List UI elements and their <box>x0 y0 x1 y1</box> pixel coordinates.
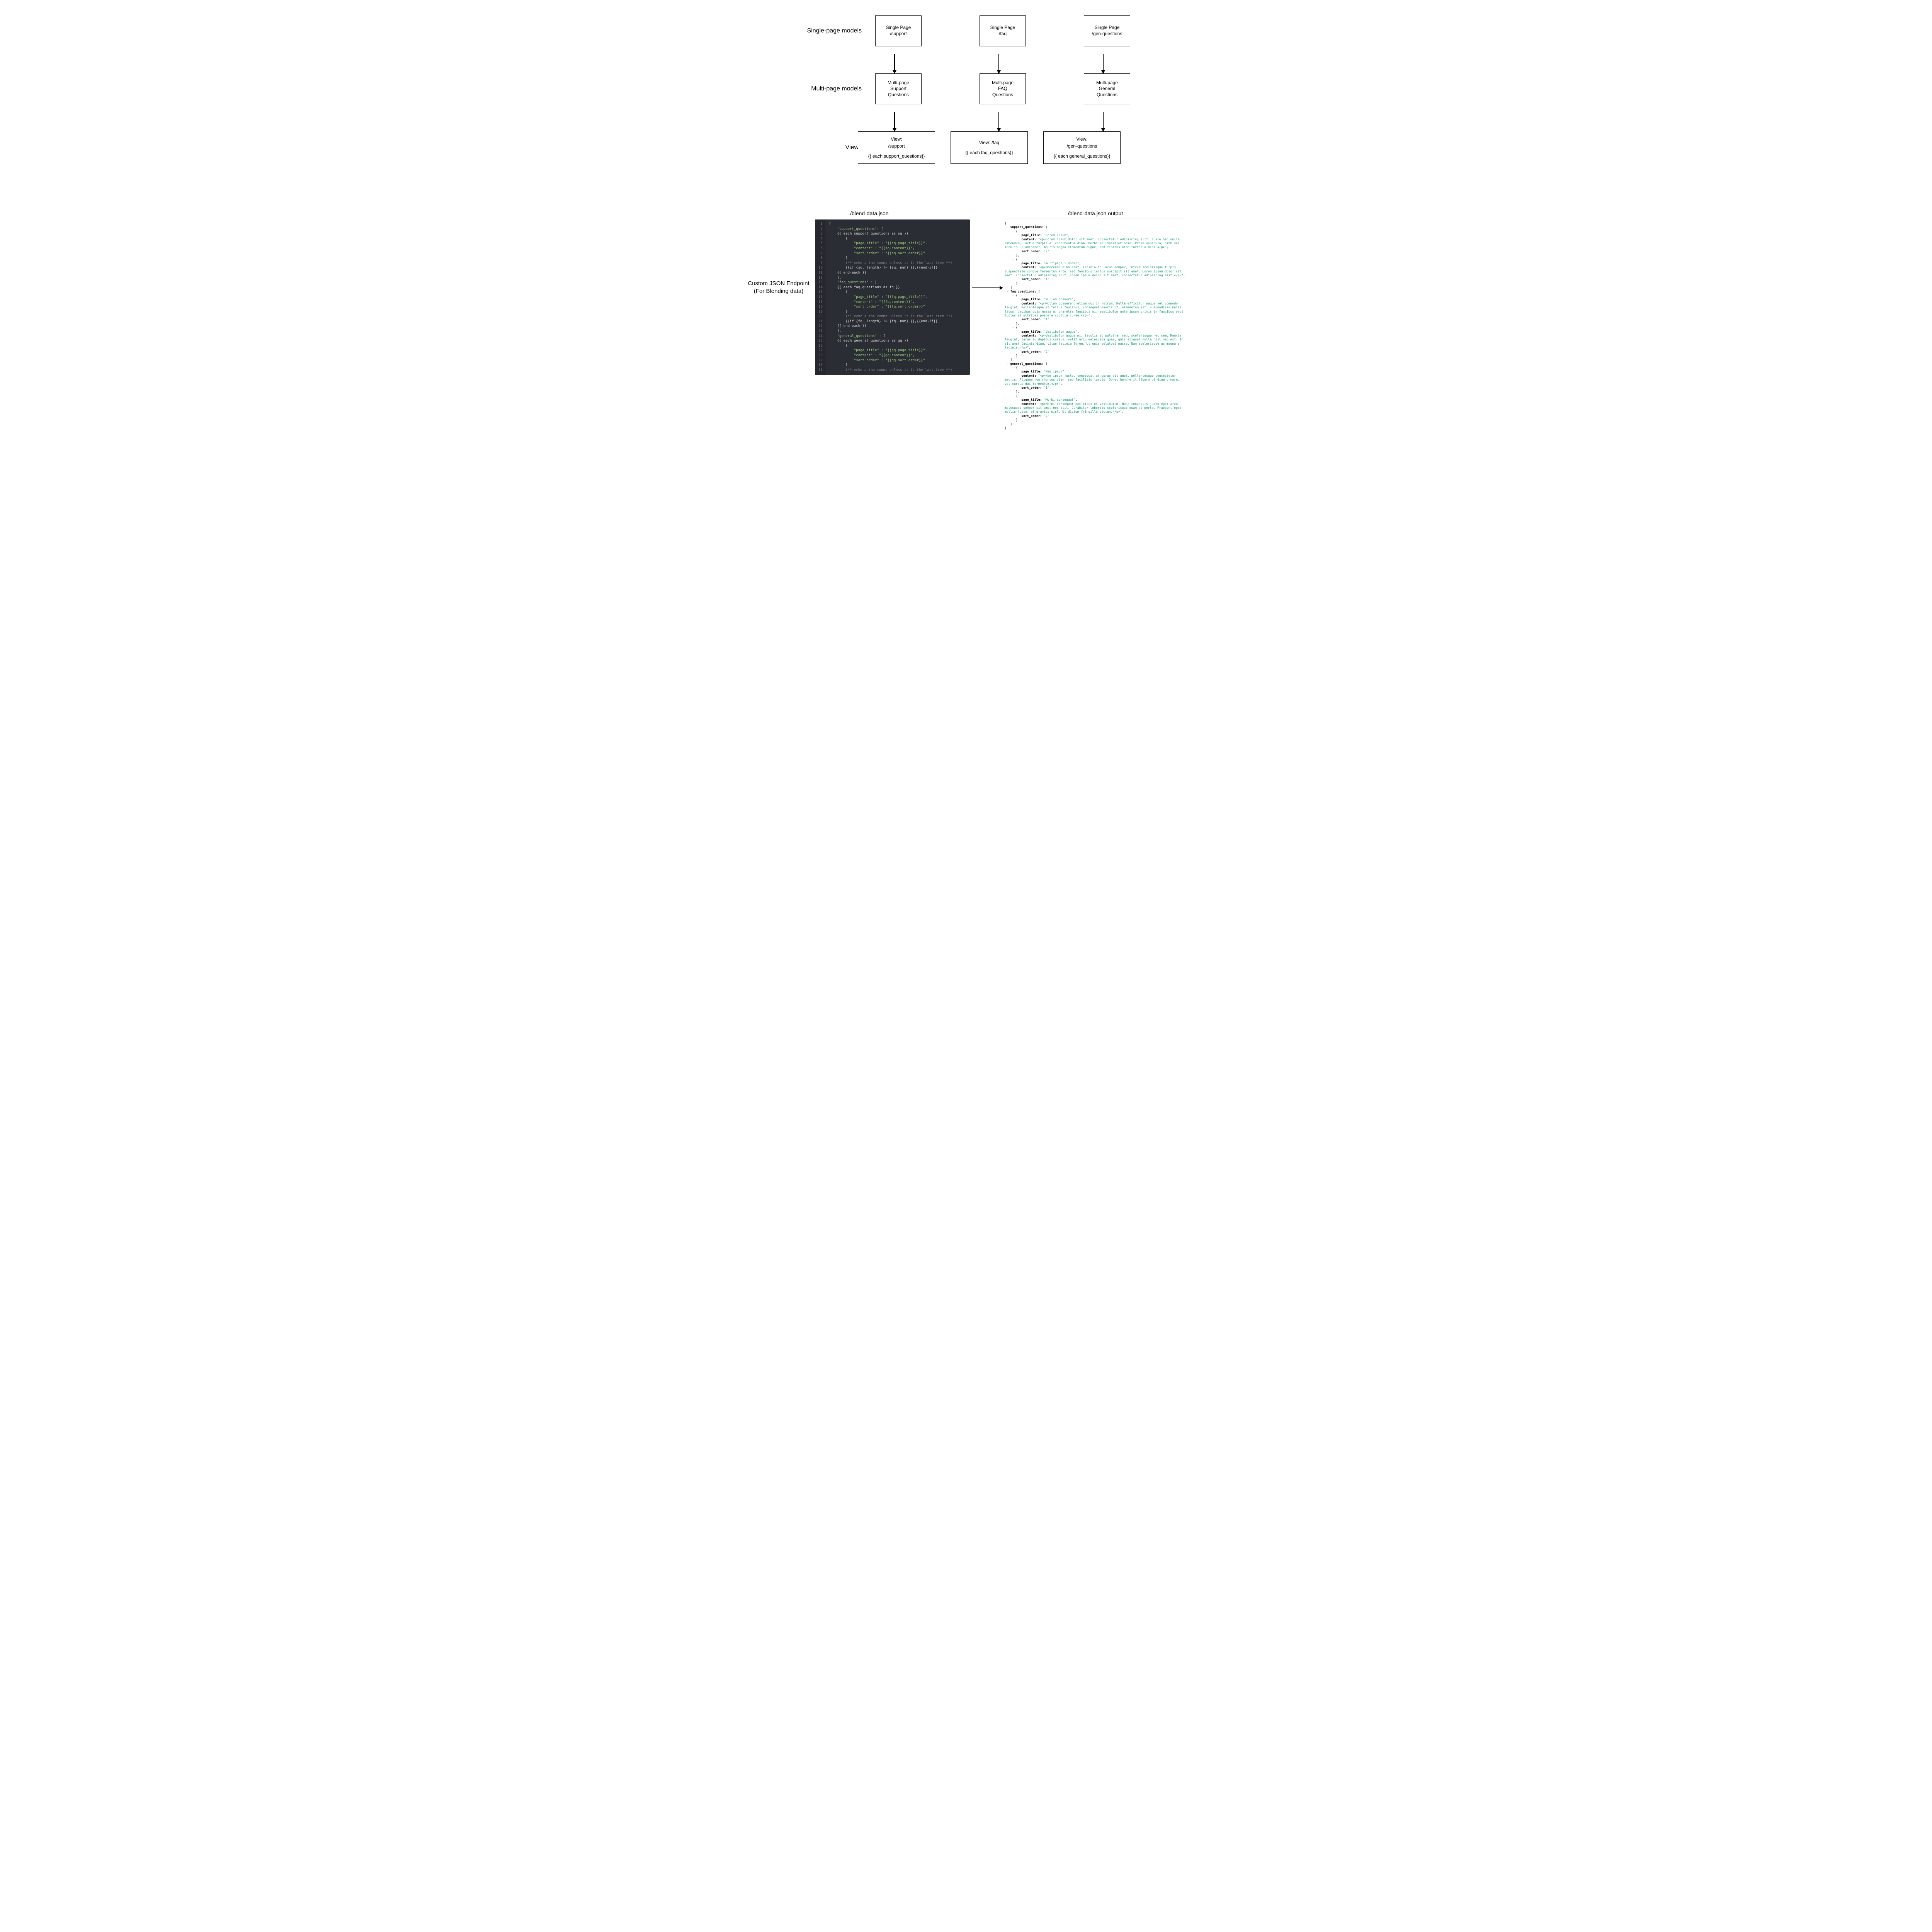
view-box-support: View: /support {{ each support_questions… <box>858 131 935 164</box>
code-panel: /blend-data.json 12345678910111213141516… <box>815 210 970 375</box>
box-line: View: <box>1076 136 1087 143</box>
multi-page-box-support: Multi-page Support Questions <box>875 73 922 104</box>
view-box-faq: View: /faq {{ each faq_questions}} <box>951 131 1028 164</box>
box-line: Questions <box>1097 92 1117 98</box>
box-line: Single Page <box>1095 25 1120 31</box>
arrow-right-icon <box>972 287 1003 288</box>
arrow-down-icon <box>894 112 895 131</box>
single-page-box-support: Single Page /support <box>875 15 922 46</box>
views-row: Views View: /support {{ each support_que… <box>746 131 1186 164</box>
arrow-down-icon <box>998 54 999 73</box>
multi-page-row: Multi-page models Multi-page Support Que… <box>746 73 1186 104</box>
connector <box>970 210 1005 288</box>
multi-page-box-gen: Multi-page General Questions <box>1084 73 1130 104</box>
output-panel: /blend-data.json output { - support_ques… <box>1005 210 1186 430</box>
box-line: Single Page <box>886 25 911 31</box>
code-lines: { "support_questions": [ {{ each support… <box>826 219 956 375</box>
box-line: FAQ <box>998 86 1007 92</box>
views-label: Views <box>746 144 866 151</box>
endpoint-label-line: Custom JSON Endpoint <box>746 280 811 287</box>
box-line: /gen-questions <box>1092 31 1122 37</box>
arrow-down-icon <box>894 54 895 73</box>
box-line: /support <box>888 143 905 150</box>
box-line: View: <box>891 136 902 143</box>
box-line: /gen-questions <box>1067 143 1097 150</box>
box-line: /faq <box>999 31 1007 37</box>
lower-section: Custom JSON Endpoint (For Blending data)… <box>746 210 1186 430</box>
endpoint-label-line: (For Blending data) <box>746 287 811 295</box>
code-editor: 1234567891011121314151617181920212223242… <box>815 219 970 375</box>
box-line: {{ each general_questions}} <box>1054 153 1111 160</box>
multi-page-label: Multi-page models <box>746 85 866 92</box>
box-line: Questions <box>992 92 1013 98</box>
box-line: {{ each faq_questions}} <box>965 149 1013 156</box>
box-line: Support <box>890 86 906 92</box>
box-line: View: /faq <box>979 139 999 146</box>
arrow-row-2 <box>746 112 1186 131</box>
box-line: Multi-page <box>992 80 1014 86</box>
arrow-down-icon <box>1103 112 1104 131</box>
arrow-down-icon <box>998 112 999 131</box>
box-line: General <box>1099 86 1116 92</box>
code-title: /blend-data.json <box>850 210 970 216</box>
box-line: Multi-page <box>888 80 909 86</box>
box-line: /support <box>890 31 906 37</box>
single-page-label: Single-page models <box>746 27 866 34</box>
output-title: /blend-data.json output <box>1005 210 1186 218</box>
box-line: {{ each support_questions}} <box>868 153 925 160</box>
line-gutter: 1234567891011121314151617181920212223242… <box>815 219 826 375</box>
single-page-box-faq: Single Page /faq <box>980 15 1026 46</box>
box-line: Questions <box>888 92 909 98</box>
endpoint-label: Custom JSON Endpoint (For Blending data) <box>746 210 815 295</box>
arrow-row-1 <box>746 54 1186 73</box>
box-line: Multi-page <box>1096 80 1118 86</box>
box-line: Single Page <box>990 25 1015 31</box>
json-output: { - support_questions: [ - { page_title:… <box>1005 221 1186 430</box>
arrow-down-icon <box>1103 54 1104 73</box>
view-box-gen: View: /gen-questions {{ each general_que… <box>1043 131 1121 164</box>
multi-page-box-faq: Multi-page FAQ Questions <box>980 73 1026 104</box>
single-page-box-gen: Single Page /gen-questions <box>1084 15 1130 46</box>
single-page-row: Single-page models Single Page /support … <box>746 15 1186 46</box>
architecture-diagram: Single-page models Single Page /support … <box>746 15 1186 430</box>
